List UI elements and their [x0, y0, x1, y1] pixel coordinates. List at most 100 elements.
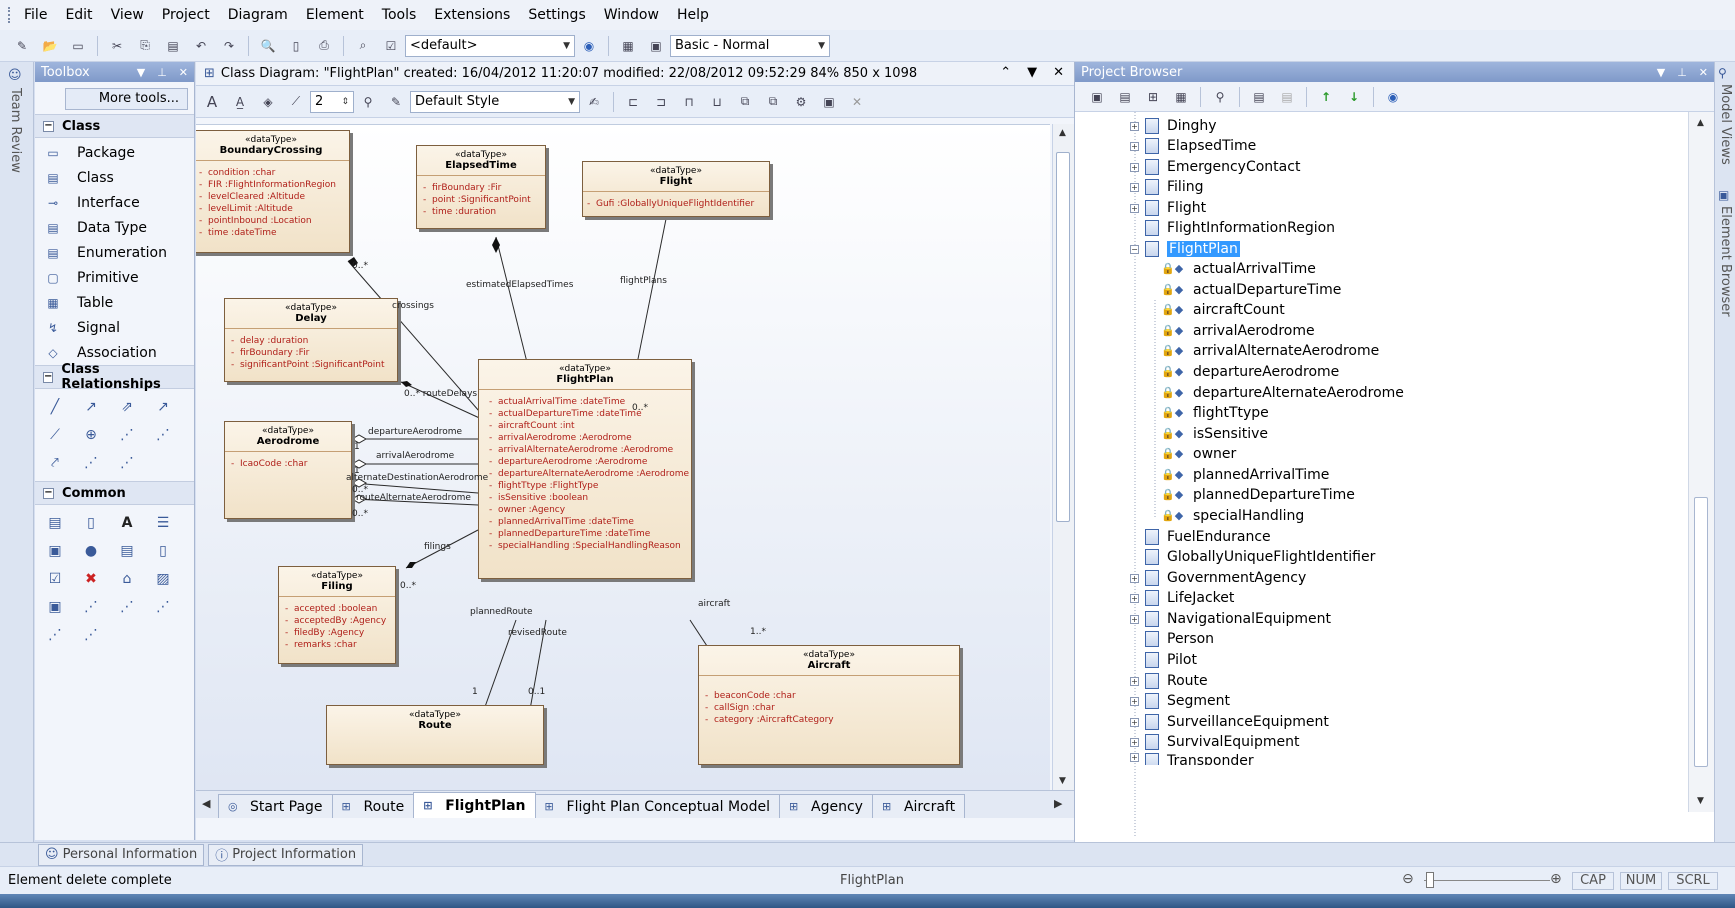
expand-icon[interactable]: +	[1130, 717, 1139, 727]
properties-icon[interactable]: ▣	[820, 93, 838, 111]
tree-node-fuel-endurance[interactable]: FuelEndurance	[1130, 527, 1271, 547]
model-views-tab[interactable]: Model Views	[1718, 84, 1733, 165]
pin-icon[interactable]: ⊥	[157, 66, 167, 79]
project-browser-scrollbar[interactable]: ▲ ▼	[1688, 112, 1714, 812]
help-icon[interactable]: ◉	[1384, 88, 1402, 106]
image-icon[interactable]: ▨	[153, 569, 173, 589]
open-project-icon[interactable]: 📂	[41, 37, 59, 55]
tree-node-pilot[interactable]: Pilot	[1130, 650, 1197, 670]
line-width-combo[interactable]: 2 ⇕	[310, 90, 354, 113]
expand-icon[interactable]: +	[1130, 182, 1139, 192]
tree-attribute[interactable]: 🔒◆ actualDepartureTime	[1161, 280, 1341, 300]
find-in-browser-icon[interactable]: ⚲	[1211, 88, 1229, 106]
tree-node-flight[interactable]: + Flight	[1130, 198, 1206, 218]
style-combo[interactable]: Default Style ▼	[410, 90, 580, 113]
pin-icon[interactable]: ⊥	[1677, 66, 1687, 79]
tree-attribute[interactable]: 🔒◆ actualArrivalTime	[1161, 259, 1316, 279]
new-diagram-icon[interactable]: ⊞	[1144, 88, 1162, 106]
menu-element[interactable]: Element	[306, 7, 364, 23]
tab-route[interactable]: ⊞ Route	[331, 794, 415, 818]
cut-icon[interactable]: ✂	[108, 37, 126, 55]
actor-icon[interactable]: ●	[81, 541, 101, 561]
expand-icon[interactable]: +	[1130, 676, 1139, 686]
class-aircraft[interactable]: «dataType» Aircraft - beaconCode :char -…	[698, 645, 960, 765]
diagram-layout-icon[interactable]: ▦	[619, 37, 637, 55]
team-review-strip[interactable]: ☺ Team Review	[0, 62, 34, 842]
tab-start-page[interactable]: ◎ Start Page	[218, 794, 333, 818]
dependency-icon[interactable]: ⋰	[117, 425, 137, 445]
toolbox-interface[interactable]: ⊸ Interface	[35, 190, 194, 215]
validate-icon[interactable]: ☑	[382, 37, 400, 55]
hyperlink-icon[interactable]: ▣	[45, 541, 65, 561]
expand-icon[interactable]: +	[1130, 737, 1139, 747]
class-flight[interactable]: «dataType» Flight - Gufi :GloballyUnique…	[582, 161, 770, 217]
menu-settings[interactable]: Settings	[528, 7, 585, 23]
align-center-icon[interactable]: ⊐	[652, 93, 670, 111]
find-icon[interactable]: 🔍	[259, 37, 277, 55]
paste-icon[interactable]: ▤	[164, 37, 182, 55]
zoom-slider-track[interactable]	[1424, 880, 1550, 881]
align-left-icon[interactable]: ⊏	[624, 93, 642, 111]
more-tools-button[interactable]: More tools...	[65, 88, 188, 110]
tree-attribute[interactable]: 🔒◆ plannedDepartureTime	[1161, 485, 1355, 505]
new-model-icon[interactable]: ▣	[1088, 88, 1106, 106]
tab-aircraft[interactable]: ⊞ Aircraft	[871, 794, 966, 818]
new-project-icon[interactable]: ✎	[13, 37, 31, 55]
print-icon[interactable]: ⎙	[315, 37, 333, 55]
trace-connector-icon[interactable]: ⋰	[153, 597, 173, 617]
save-icon[interactable]: ▭	[69, 37, 87, 55]
toolbox-enumeration[interactable]: ▤ Enumeration	[35, 240, 194, 265]
workspace-icon[interactable]: ▣	[647, 37, 665, 55]
menu-help[interactable]: Help	[677, 7, 709, 23]
tree-attribute[interactable]: 🔒◆ owner	[1161, 444, 1236, 464]
font-color-icon[interactable]: A̲	[231, 93, 249, 111]
help-icon[interactable]: ◉	[580, 37, 598, 55]
menu-diagram[interactable]: Diagram	[228, 7, 288, 23]
tab-scroll-left-icon[interactable]: ◀	[202, 797, 210, 810]
tree-node-route[interactable]: + Route	[1130, 671, 1208, 691]
trace-icon[interactable]: ⋰	[81, 453, 101, 473]
menu-project[interactable]: Project	[162, 7, 210, 23]
tree-attribute[interactable]: 🔒◆ plannedArrivalTime	[1161, 465, 1329, 485]
document-icon[interactable]: ▤	[1250, 88, 1268, 106]
tree-node-globally-unique-flight-identifier[interactable]: GloballyUniqueFlightIdentifier	[1130, 547, 1375, 567]
scroll-thumb[interactable]	[1056, 152, 1070, 522]
tree-node-government-agency[interactable]: + GovernmentAgency	[1130, 568, 1306, 588]
tree-node-surveillance-equipment[interactable]: + SurveillanceEquipment	[1130, 712, 1329, 732]
tree-attribute[interactable]: 🔒◆ flightTtype	[1161, 403, 1269, 423]
default-combo[interactable]: <default> ▼	[405, 34, 575, 57]
flow-icon[interactable]: ⋰	[45, 625, 65, 645]
expand-icon[interactable]: +	[1130, 141, 1139, 151]
chevron-down-icon[interactable]: ▼	[1027, 65, 1037, 80]
chevron-down-icon[interactable]: ▼	[1657, 66, 1665, 79]
tree-node-life-jacket[interactable]: + LifeJacket	[1130, 588, 1234, 608]
scroll-thumb[interactable]	[1694, 497, 1708, 767]
checklist-icon[interactable]: ☑	[45, 569, 65, 589]
notelink-icon[interactable]: ⋰	[81, 625, 101, 645]
document-icon[interactable]: ▤	[117, 541, 137, 561]
menu-window[interactable]: Window	[604, 7, 659, 23]
class-delay[interactable]: «dataType» Delay - delay :duration - fir…	[224, 298, 398, 382]
same-height-icon[interactable]: ⧉	[764, 93, 782, 111]
generalization-icon[interactable]: ⇗	[117, 397, 137, 417]
clipboard-icon[interactable]: ▤	[1278, 88, 1296, 106]
close-icon[interactable]: ✕	[179, 66, 188, 79]
class-aerodrome[interactable]: «dataType» Aerodrome - IcaoCode :char	[224, 421, 352, 519]
expand-icon[interactable]: +	[1130, 162, 1139, 172]
menu-file[interactable]: File	[24, 7, 47, 23]
class-flight-plan[interactable]: «dataType» FlightPlan - actualArrivalTim…	[478, 359, 692, 579]
tree-node-survival-equipment[interactable]: + SurvivalEquipment	[1130, 732, 1299, 752]
tab-project-information[interactable]: ⓘ Project Information	[208, 843, 364, 866]
tab-scroll-right-icon[interactable]: ▶	[1054, 797, 1062, 810]
format-painter-icon[interactable]: ⚲	[359, 93, 377, 111]
note-icon[interactable]: ▤	[45, 513, 65, 533]
scroll-up-icon[interactable]: ▲	[1697, 118, 1704, 128]
diagram-canvas[interactable]: «dataType» BoundaryCrossing - condition …	[196, 124, 1050, 790]
connector-icon[interactable]: ⋰	[81, 597, 101, 617]
tree-attribute[interactable]: 🔒◆ departureAlternateAerodrome	[1161, 383, 1404, 403]
artifact-icon[interactable]: ▯	[81, 513, 101, 533]
scroll-up-icon[interactable]: ▲	[1059, 128, 1066, 138]
issue-icon[interactable]: ✖	[81, 569, 101, 589]
expand-icon[interactable]: +	[1130, 593, 1139, 603]
scroll-down-icon[interactable]: ▼	[1697, 796, 1704, 806]
